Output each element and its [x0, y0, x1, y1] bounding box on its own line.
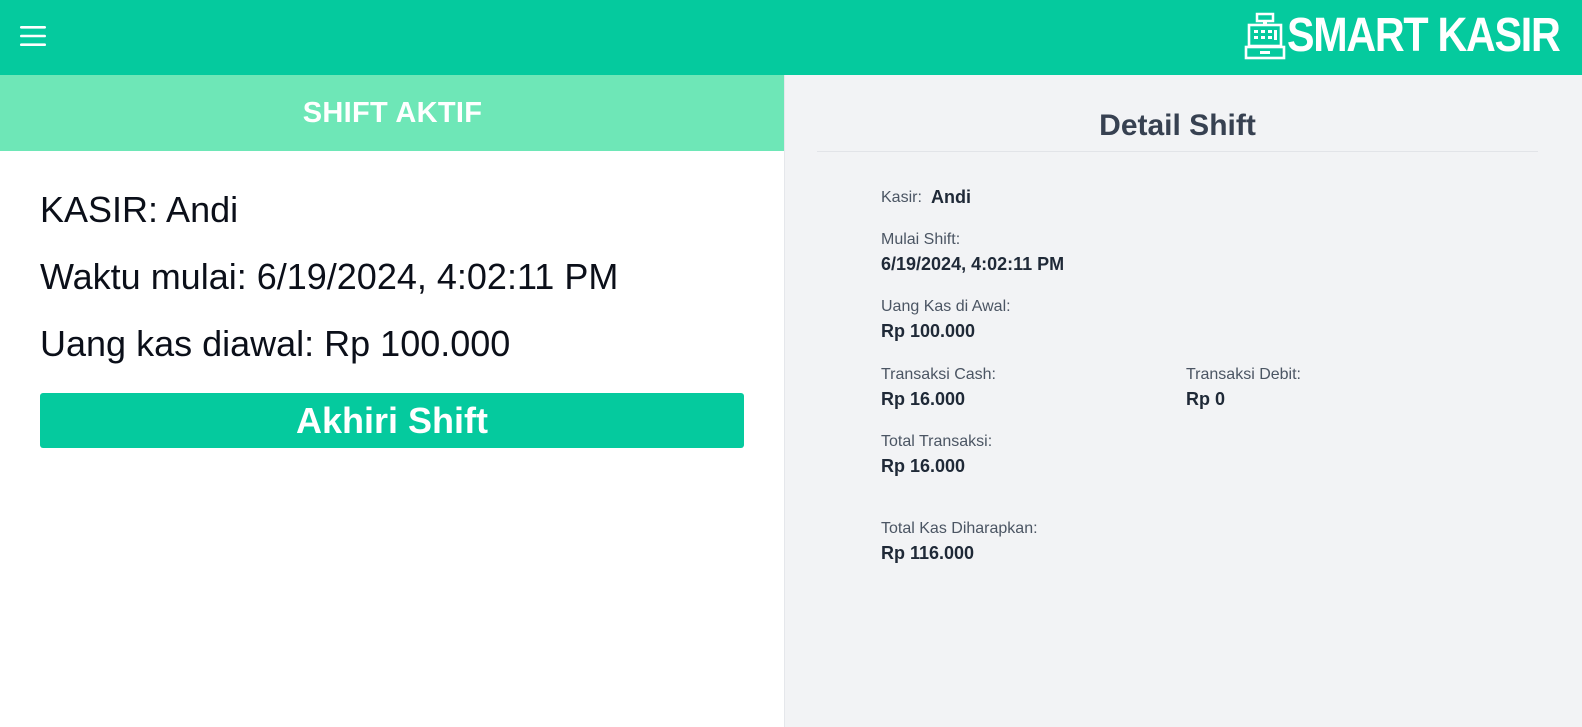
active-shift-header: SHIFT AKTIF	[0, 75, 785, 151]
cash-register-icon	[1244, 12, 1286, 60]
total-transactions-value: Rp 16.000	[881, 456, 966, 476]
end-shift-button[interactable]: Akhiri Shift	[40, 393, 744, 448]
debit-transactions-label: Transaksi Debit:	[1186, 366, 1301, 383]
cash-transactions-value: Rp 16.000	[881, 389, 966, 409]
opening-cash-value: Rp 100.000	[881, 321, 976, 341]
hamburger-menu-icon[interactable]	[18, 23, 48, 49]
cashier-value: Andi	[931, 187, 971, 207]
shift-start-value: 6/19/2024, 4:02:11 PM	[881, 254, 1065, 274]
detail-divider	[817, 151, 1538, 152]
shift-start-line: Waktu mulai: 6/19/2024, 4:02:11 PM	[40, 256, 619, 297]
opening-cash-line: Uang kas diawal: Rp 100.000	[40, 323, 511, 364]
expected-cash-label: Total Kas Diharapkan:	[881, 520, 1038, 537]
brand-logo[interactable]: SMART KASIR	[1244, 10, 1568, 62]
total-transactions-label: Total Transaksi:	[881, 433, 993, 450]
brand-name: SMART KASIR	[1287, 9, 1561, 62]
cash-transactions-label: Transaksi Cash:	[881, 366, 996, 383]
cashier-label: Kasir:	[881, 189, 922, 206]
cashier-name-line: KASIR: Andi	[40, 189, 239, 230]
shift-start-label: Mulai Shift:	[881, 231, 961, 248]
expected-cash-value: Rp 116.000	[881, 543, 975, 563]
active-shift-title: SHIFT AKTIF	[302, 96, 483, 129]
top-navbar: SMART KASIR	[0, 0, 1582, 75]
opening-cash-label: Uang Kas di Awal:	[881, 298, 1011, 315]
shift-detail-panel: Detail Shift Kasir: Andi Mulai Shift: 6/…	[784, 75, 1582, 727]
active-shift-panel: SHIFT AKTIF KASIR: Andi Waktu mulai: 6/1…	[0, 75, 785, 727]
debit-transactions-value: Rp 0	[1186, 389, 1226, 409]
detail-title: Detail Shift	[1099, 109, 1256, 142]
